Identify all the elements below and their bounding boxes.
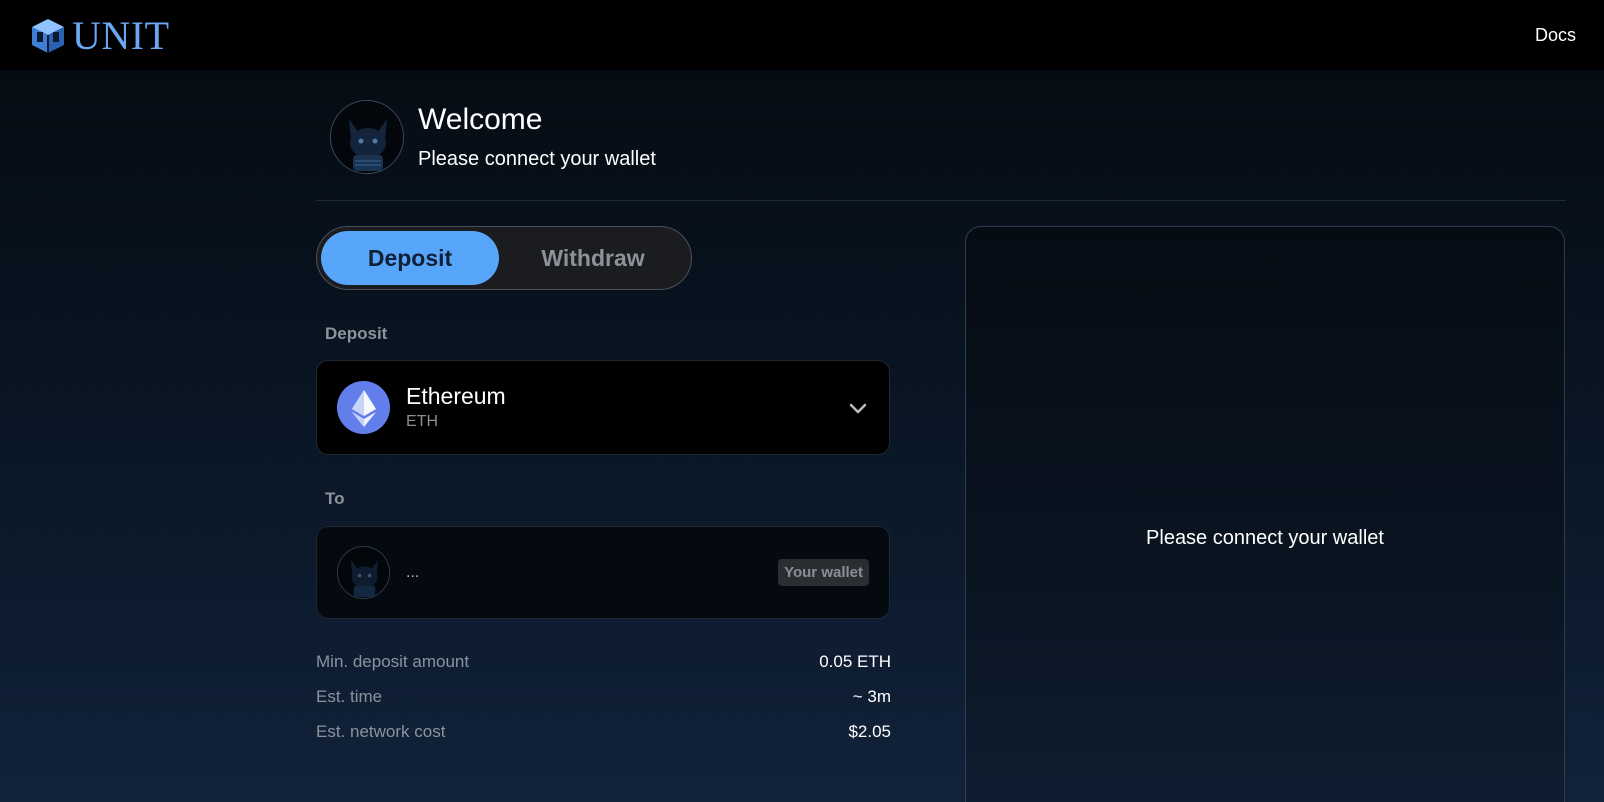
tab-withdraw[interactable]: Withdraw [499,231,687,285]
logo-cube-icon [32,19,64,53]
recipient-address: ... [406,563,420,581]
docs-link[interactable]: Docs [1535,25,1576,46]
cat-avatar-icon [331,101,403,173]
chevron-down-icon [849,403,867,413]
welcome-subtitle: Please connect your wallet [418,148,656,170]
welcome-section: Welcome Please connect your wallet [330,100,656,174]
ethereum-icon [337,381,390,434]
info-label: Est. time [316,687,383,706]
info-row-min-deposit: Min. deposit amount 0.05 ETH [316,652,891,672]
asset-select[interactable]: Ethereum ETH [316,360,890,455]
deposit-label: Deposit [325,324,388,343]
connect-wallet-message: Please connect your wallet [1146,527,1384,549]
to-label: To [325,489,345,508]
info-row-network-cost: Est. network cost $2.05 [316,722,891,742]
page-title: Welcome [418,103,543,136]
divider [316,200,1566,201]
info-value: $2.05 [848,722,891,741]
info-row-est-time: Est. time ~ 3m [316,687,891,707]
wallet-panel: Please connect your wallet [965,226,1565,802]
info-label: Est. network cost [316,722,446,741]
info-value: ~ 3m [852,687,891,706]
recipient-field: ... Your wallet [316,526,890,619]
tab-deposit[interactable]: Deposit [321,231,500,285]
wallet-avatar [337,546,390,599]
asset-name: Ethereum [406,382,506,409]
avatar [330,100,404,174]
your-wallet-badge: Your wallet [778,559,869,586]
asset-symbol: ETH [406,413,438,431]
info-label: Min. deposit amount [316,652,470,671]
top-bar: UNIT Docs [0,0,1604,70]
cat-avatar-icon [338,547,389,598]
logo-text: UNIT [72,13,170,58]
deposit-withdraw-toggle: Deposit Withdraw [316,226,692,290]
unit-logo[interactable]: UNIT [28,14,170,56]
info-value: 0.05 ETH [819,652,891,671]
